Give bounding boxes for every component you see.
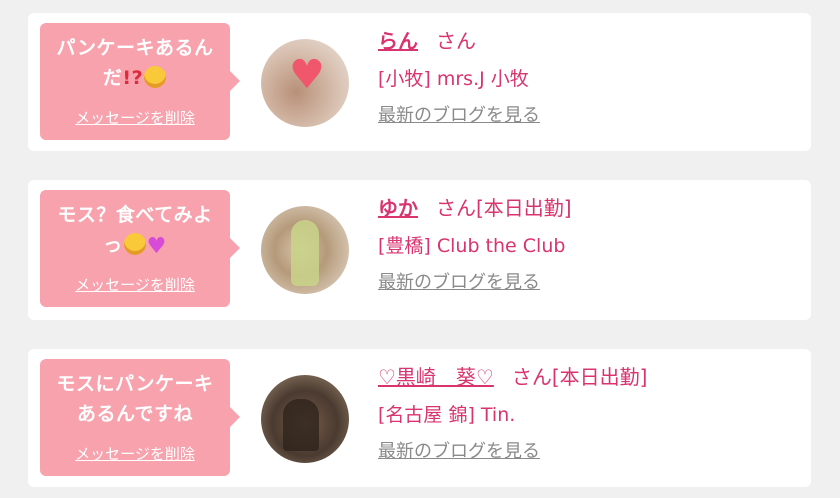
name-row: ゆか さん[本日出勤] [378,194,798,226]
profile-info: ♡黒崎 葵♡ さん[本日出勤] [名古屋 錦] Tin. 最新のブログを見る [378,363,798,465]
avatar[interactable]: ♥ [261,39,349,127]
status-label: [本日出勤] [476,196,572,220]
message-bubble: モスにパンケーキあるんですね メッセージを削除 [40,359,240,476]
honorific: さん [511,365,552,389]
profile-name-link[interactable]: ♡黒崎 葵♡ [378,365,494,389]
message-bubble: モス？食べてみよっ ♥ メッセージを削除 [40,190,240,307]
honorific: さん [436,196,476,220]
message-text-wrap: パンケーキあるんだ!? [48,33,222,95]
exclamation-question-icon: !? [122,67,144,89]
status-label: [本日出勤] [551,365,648,389]
shop-label: [名古屋 錦] Tin. [378,404,516,426]
star-struck-face-icon [123,233,146,255]
message-card: パンケーキあるんだ!? メッセージを削除 ♥ らん さん [小牧] mrs.J 小… [28,13,811,151]
honorific: さん [436,29,476,53]
pink-heart-icon: ♥ [146,234,167,259]
message-text: モスにパンケーキあるんですね [56,373,214,425]
laughing-face-icon [144,66,167,88]
name-row: ♡黒崎 葵♡ さん[本日出勤] [378,363,798,395]
message-bubble: パンケーキあるんだ!? メッセージを削除 [40,23,240,140]
avatar[interactable] [261,206,349,294]
heart-icon: ♥ [289,52,325,98]
delete-message-link[interactable]: メッセージを削除 [40,107,230,128]
message-text-wrap: モス？食べてみよっ ♥ [48,200,222,262]
delete-message-link[interactable]: メッセージを削除 [40,443,230,464]
shop-label: [豊橋] Club the Club [378,235,566,257]
message-list: パンケーキあるんだ!? メッセージを削除 ♥ らん さん [小牧] mrs.J 小… [0,0,840,498]
avatar-photo [291,220,319,286]
message-card: モス？食べてみよっ ♥ メッセージを削除 ゆか さん[本日出勤] [豊橋] Club… [28,180,811,320]
shop-label: [小牧] mrs.J 小牧 [378,68,529,90]
profile-info: ゆか さん[本日出勤] [豊橋] Club the Club 最新のブログを見る [378,194,798,296]
latest-blog-link[interactable]: 最新のブログを見る [378,270,540,296]
name-row: らん さん [378,27,798,59]
avatar-photo [283,399,319,451]
delete-message-link[interactable]: メッセージを削除 [40,274,230,295]
latest-blog-link[interactable]: 最新のブログを見る [378,439,540,465]
profile-name-link[interactable]: らん [378,29,418,53]
message-card: モスにパンケーキあるんですね メッセージを削除 ♡黒崎 葵♡ さん[本日出勤] [… [28,349,811,487]
profile-name-link[interactable]: ゆか [378,196,418,220]
latest-blog-link[interactable]: 最新のブログを見る [378,103,540,129]
message-text-wrap: モスにパンケーキあるんですね [48,369,222,431]
avatar[interactable] [261,375,349,463]
profile-info: らん さん [小牧] mrs.J 小牧 最新のブログを見る [378,27,798,129]
